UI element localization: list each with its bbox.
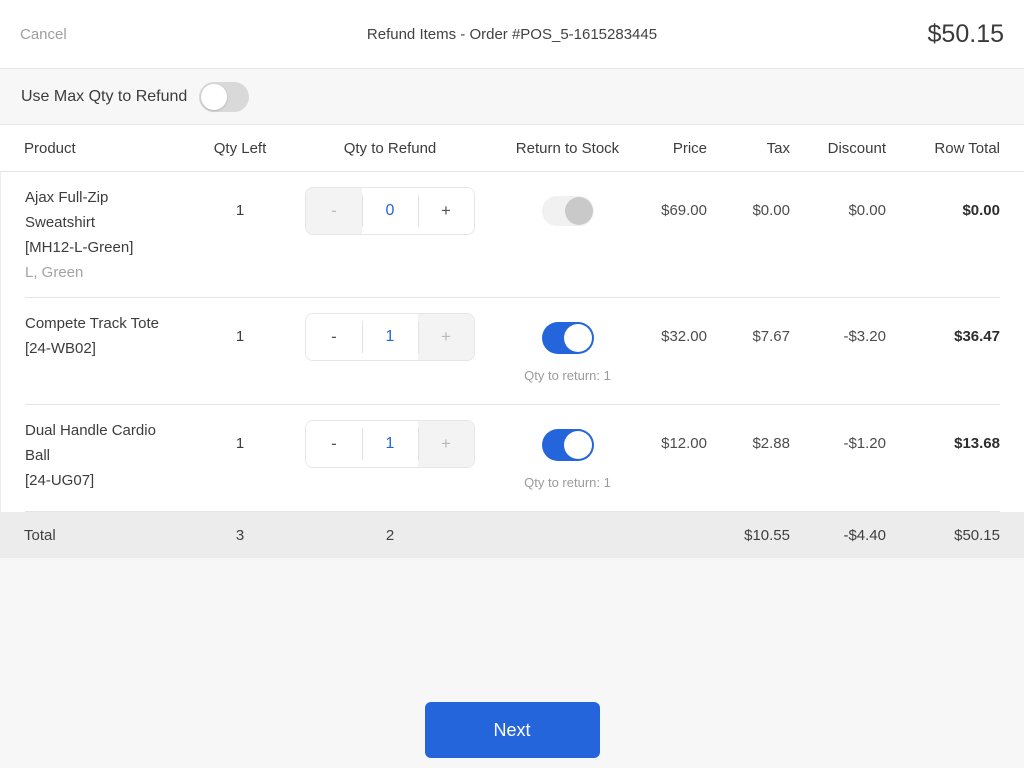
qty-left-value: 1	[190, 172, 290, 219]
tax-value: $2.88	[707, 405, 790, 452]
column-product: Product	[24, 140, 190, 157]
product-sku: [MH12-L-Green]	[25, 235, 166, 260]
product-sku: [24-WB02]	[25, 336, 166, 361]
table-header: Product Qty Left Qty to Refund Return to…	[0, 125, 1024, 172]
qty-decrease-button[interactable]: -	[306, 188, 362, 234]
top-bar: Cancel Refund Items - Order #POS_5-16152…	[0, 0, 1024, 68]
discount-value: -$1.20	[790, 405, 886, 452]
discount-value: -$3.20	[790, 298, 886, 345]
toggle-knob-icon	[564, 324, 592, 352]
page-title: Refund Items - Order #POS_5-1615283445	[0, 26, 1024, 43]
total-qty-to-refund: 2	[290, 527, 490, 544]
qty-increase-button[interactable]: +	[418, 421, 474, 467]
product-cell: Compete Track Tote [24-WB02]	[25, 298, 190, 373]
total-row: Total 3 2 $10.55 -$4.40 $50.15	[0, 512, 1024, 558]
table-body: Ajax Full-Zip Sweatshirt [MH12-L-Green] …	[0, 172, 1024, 512]
qty-to-return-note: Qty to return: 1	[524, 368, 611, 383]
discount-value: $0.00	[790, 172, 886, 219]
options-bar: Use Max Qty to Refund	[0, 68, 1024, 125]
qty-increase-button[interactable]: +	[418, 314, 474, 360]
qty-left-value: 1	[190, 405, 290, 452]
refund-total-amount: $50.15	[928, 20, 1004, 49]
tax-value: $0.00	[707, 172, 790, 219]
qty-refund-cell: - 1 +	[290, 405, 490, 468]
return-to-stock-cell: Qty to return: 1	[490, 405, 645, 490]
table-row: Ajax Full-Zip Sweatshirt [MH12-L-Green] …	[25, 172, 1000, 298]
qty-refund-value[interactable]: 0	[362, 188, 418, 234]
qty-refund-cell: - 0 +	[290, 172, 490, 235]
qty-to-return-note: Qty to return: 1	[524, 475, 611, 490]
product-name: Ajax Full-Zip Sweatshirt	[25, 185, 166, 235]
product-name: Dual Handle Cardio Ball	[25, 418, 166, 468]
column-return-to-stock: Return to Stock	[490, 140, 645, 157]
refund-items-dialog: Cancel Refund Items - Order #POS_5-16152…	[0, 0, 1024, 768]
total-qty-left: 3	[190, 527, 290, 544]
product-cell: Ajax Full-Zip Sweatshirt [MH12-L-Green] …	[25, 172, 190, 297]
qty-refund-cell: - 1 +	[290, 298, 490, 361]
row-total-value: $36.47	[886, 298, 1000, 345]
qty-decrease-button[interactable]: -	[306, 421, 362, 467]
return-to-stock-cell: Qty to return: 1	[490, 298, 645, 383]
toggle-knob-icon	[565, 197, 593, 225]
footer: Next	[0, 558, 1024, 768]
qty-decrease-button[interactable]: -	[306, 314, 362, 360]
column-qty-to-refund: Qty to Refund	[290, 140, 490, 157]
column-qty-left: Qty Left	[190, 140, 290, 157]
product-sku: [24-UG07]	[25, 468, 166, 493]
column-row-total: Row Total	[886, 140, 1000, 157]
total-discount: -$4.40	[790, 527, 886, 544]
cancel-button[interactable]: Cancel	[20, 26, 67, 43]
total-tax: $10.55	[707, 527, 790, 544]
product-cell: Dual Handle Cardio Ball [24-UG07]	[25, 405, 190, 505]
qty-stepper: - 1 +	[305, 313, 475, 361]
max-qty-label: Use Max Qty to Refund	[21, 88, 187, 106]
product-options: L, Green	[25, 260, 166, 285]
table-row: Dual Handle Cardio Ball [24-UG07] 1 - 1 …	[25, 405, 1000, 512]
row-total-value: $0.00	[886, 172, 1000, 219]
next-button[interactable]: Next	[425, 702, 600, 758]
column-price: Price	[645, 140, 707, 157]
total-label: Total	[24, 527, 190, 544]
column-tax: Tax	[707, 140, 790, 157]
qty-stepper: - 0 +	[305, 187, 475, 235]
column-discount: Discount	[790, 140, 886, 157]
return-to-stock-cell	[490, 172, 645, 226]
row-total-value: $13.68	[886, 405, 1000, 452]
qty-increase-button[interactable]: +	[418, 188, 474, 234]
price-value: $12.00	[645, 405, 707, 452]
qty-refund-value[interactable]: 1	[362, 421, 418, 467]
price-value: $69.00	[645, 172, 707, 219]
total-row-total: $50.15	[886, 527, 1000, 544]
return-to-stock-toggle[interactable]	[542, 429, 594, 461]
toggle-knob-icon	[201, 84, 227, 110]
tax-value: $7.67	[707, 298, 790, 345]
qty-left-value: 1	[190, 298, 290, 345]
toggle-knob-icon	[564, 431, 592, 459]
max-qty-toggle[interactable]	[199, 82, 249, 112]
price-value: $32.00	[645, 298, 707, 345]
qty-refund-value[interactable]: 1	[362, 314, 418, 360]
return-to-stock-toggle	[542, 196, 594, 226]
product-name: Compete Track Tote	[25, 311, 166, 336]
table-row: Compete Track Tote [24-WB02] 1 - 1 + Qty…	[25, 298, 1000, 405]
qty-stepper: - 1 +	[305, 420, 475, 468]
return-to-stock-toggle[interactable]	[542, 322, 594, 354]
